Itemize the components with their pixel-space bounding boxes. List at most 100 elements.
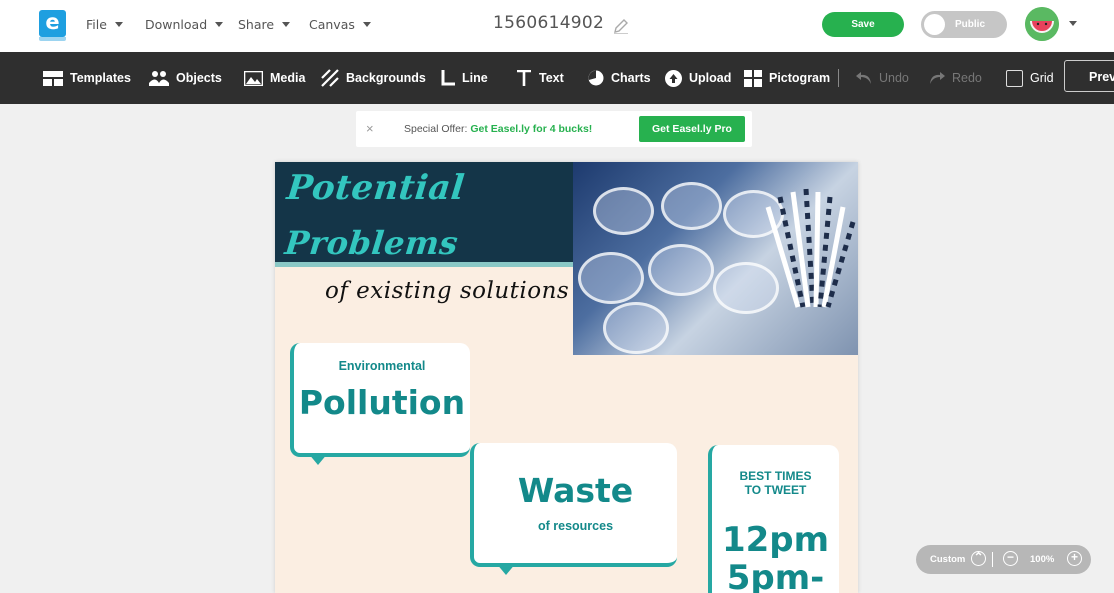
tool-redo[interactable]: Redo [929, 52, 982, 104]
tool-templates-label: Templates [70, 71, 131, 85]
redo-arrow-icon [930, 72, 945, 84]
menu-file-label: File [86, 17, 107, 32]
public-toggle[interactable]: Public [921, 11, 1007, 38]
tool-upload[interactable]: Upload [665, 52, 731, 104]
pictogram-grid-icon [744, 69, 762, 87]
straws-jars-photo[interactable] [573, 162, 858, 355]
public-toggle-label: Public [955, 19, 986, 30]
menu-canvas[interactable]: Canvas [309, 17, 371, 32]
speech-bubble-waste[interactable]: Waste of resources [470, 443, 677, 575]
bubble-tail [308, 453, 328, 465]
templates-icon [43, 70, 63, 86]
menu-download-label: Download [145, 17, 208, 32]
zoom-divider [992, 552, 993, 567]
speech-bubble-pollution[interactable]: Environmental Pollution [290, 343, 470, 465]
offer-prefix: Special Offer: [404, 123, 468, 135]
caret-down-icon [282, 22, 291, 27]
bubble-tail [496, 563, 516, 575]
tool-media-label: Media [270, 71, 306, 85]
jar-shape [661, 182, 722, 230]
text-t-icon [517, 70, 531, 86]
zoom-out-icon[interactable]: − [1003, 551, 1018, 566]
close-offer-icon[interactable]: × [366, 121, 374, 136]
tool-objects[interactable]: Objects [149, 52, 222, 104]
easelly-logo[interactable]: e [39, 10, 66, 41]
menu-download[interactable]: Download [145, 17, 224, 32]
tool-grid[interactable]: Grid [1006, 52, 1054, 104]
bubble3-big-text: 12pm 5pm- [712, 521, 839, 593]
tool-media[interactable]: Media [244, 52, 305, 104]
undo-arrow-icon [856, 72, 871, 84]
menu-share[interactable]: Share [238, 17, 291, 32]
bubble2-small-text: of resources [537, 519, 614, 533]
subtitle-text[interactable]: of existing solutions [325, 278, 569, 304]
offer-text: Special Offer: Get Easel.ly for 4 bucks! [404, 123, 592, 135]
bubble2-big-text: Waste [517, 471, 634, 510]
bubble3-big-line1: 12pm [721, 520, 830, 560]
tool-grid-label: Grid [1030, 71, 1054, 85]
tool-pictogram[interactable]: Pictogram [744, 52, 830, 104]
tool-redo-label: Redo [952, 71, 982, 85]
caret-down-icon [362, 22, 371, 27]
pencil-icon[interactable] [612, 17, 630, 35]
straw-bundle-graphic [765, 188, 856, 308]
editor-toolbar: Templates Objects Media Backgrounds Line… [0, 52, 1114, 104]
tool-text[interactable]: Text [516, 52, 564, 104]
speech-bubble-best-times[interactable]: BEST TIMES TO TWEET 12pm 5pm- [708, 445, 839, 593]
document-title[interactable]: 1560614902 [493, 13, 604, 33]
media-image-icon [244, 70, 263, 86]
zoom-level: 100% [1030, 554, 1055, 565]
objects-icon [149, 71, 169, 86]
toolbar-divider [838, 69, 839, 87]
tool-undo[interactable]: Undo [856, 52, 909, 104]
jar-shape [578, 252, 644, 304]
jar-shape [603, 302, 669, 354]
jar-shape [648, 244, 714, 296]
tool-charts[interactable]: Charts [588, 52, 651, 104]
design-canvas[interactable]: Potential Problems of existing solutions… [275, 162, 858, 593]
menu-share-label: Share [238, 17, 275, 32]
backgrounds-hatch-icon [321, 69, 339, 87]
line-icon [441, 70, 455, 86]
menu-canvas-label: Canvas [309, 17, 355, 32]
tool-objects-label: Objects [176, 71, 222, 85]
title-line-2[interactable]: Problems [283, 224, 460, 262]
special-offer-banner: × Special Offer: Get Easel.ly for 4 buck… [356, 111, 752, 147]
toggle-knob [924, 14, 945, 35]
bubble3-big-line2: 5pm- [726, 558, 825, 593]
top-menu-bar: e File Download Share Canvas 1560614902 … [0, 0, 1114, 52]
zoom-mode-chevron-icon[interactable]: ⌃ [971, 551, 986, 566]
tool-charts-label: Charts [611, 71, 651, 85]
get-pro-button[interactable]: Get Easel.ly Pro [639, 116, 745, 142]
avatar[interactable] [1025, 7, 1059, 41]
tool-backgrounds[interactable]: Backgrounds [321, 52, 426, 104]
watermelon-avatar-icon [1025, 7, 1059, 41]
tool-templates[interactable]: Templates [43, 52, 131, 104]
caret-down-icon [114, 22, 123, 27]
pie-chart-icon [588, 70, 604, 86]
save-button[interactable]: Save [822, 12, 904, 37]
grid-checkbox[interactable] [1006, 69, 1023, 87]
tool-line[interactable]: Line [441, 52, 488, 104]
zoom-mode-label[interactable]: Custom [930, 554, 965, 565]
tool-line-label: Line [462, 71, 488, 85]
offer-highlight: Get Easel.ly for 4 bucks! [470, 123, 593, 135]
bubble3-small-line1: BEST TIMES [739, 469, 812, 483]
bubble3-small-text: BEST TIMES TO TWEET [712, 469, 839, 497]
jar-shape [593, 187, 654, 235]
avatar-caret-down-icon[interactable] [1069, 21, 1077, 26]
preview-button[interactable]: Prev [1064, 60, 1114, 92]
bubble3-small-line2: TO TWEET [744, 483, 807, 497]
zoom-control: Custom ⌃ − 100% + [916, 545, 1091, 574]
caret-down-icon [215, 22, 224, 27]
menu-file[interactable]: File [86, 17, 123, 32]
upload-arrow-icon [665, 69, 682, 87]
bubble1-big-text: Pollution [298, 383, 466, 422]
tool-upload-label: Upload [689, 71, 732, 85]
tool-backgrounds-label: Backgrounds [346, 71, 426, 85]
bubble1-small-text: Environmental [338, 359, 426, 373]
tool-undo-label: Undo [879, 71, 909, 85]
title-line-1[interactable]: Potential [285, 168, 467, 208]
tool-text-label: Text [539, 71, 564, 85]
zoom-in-icon[interactable]: + [1067, 551, 1082, 566]
